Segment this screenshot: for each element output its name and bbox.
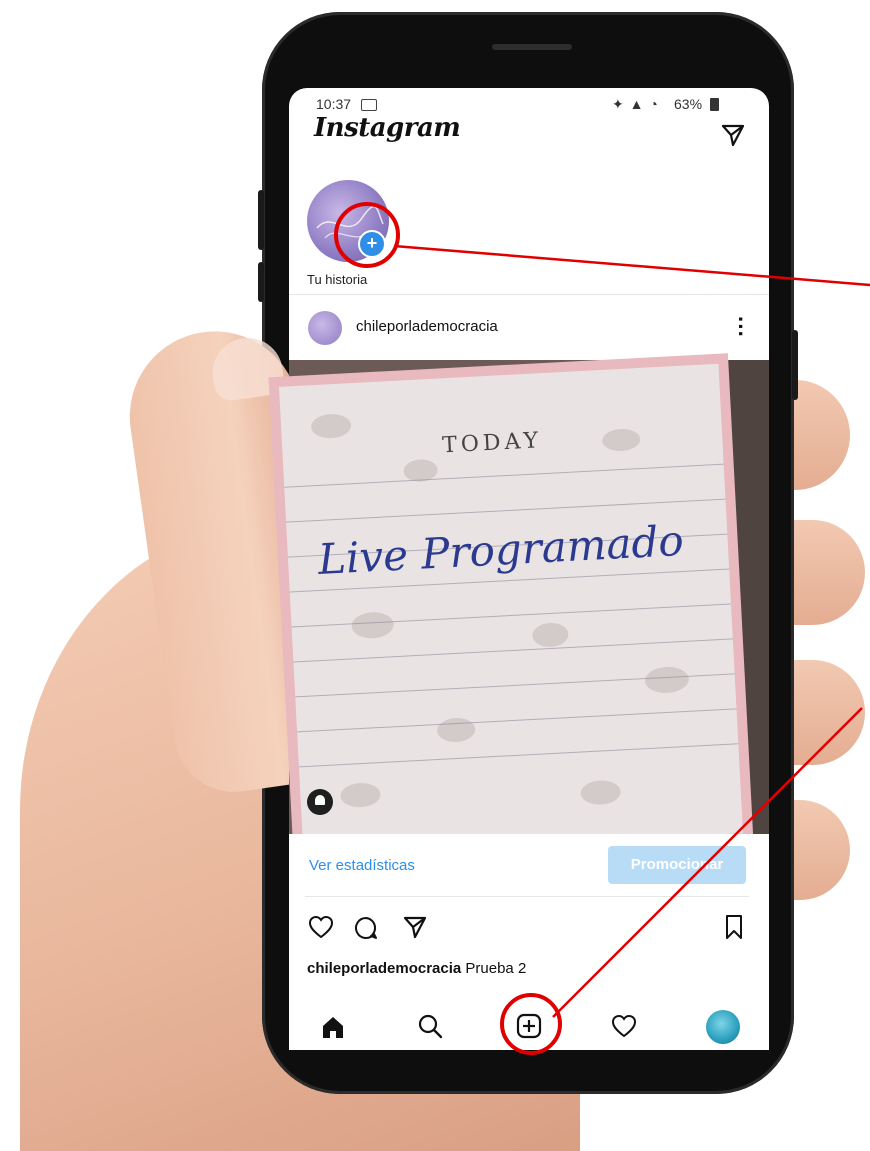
annotation-line (393, 244, 870, 287)
annotation-lines (393, 244, 870, 1018)
annotation-line (552, 707, 863, 1018)
